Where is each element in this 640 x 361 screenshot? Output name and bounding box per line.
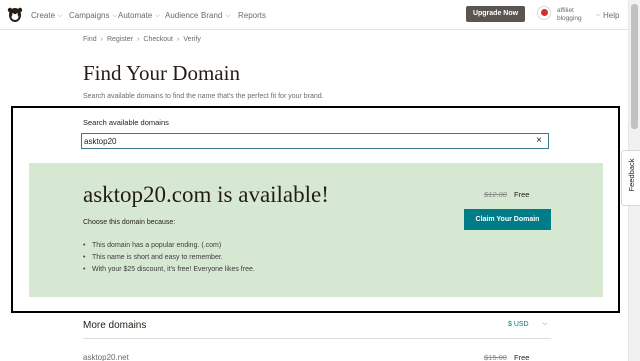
mailchimp-logo-icon[interactable] bbox=[7, 6, 23, 24]
domain-search-input[interactable] bbox=[84, 135, 524, 147]
divider bbox=[83, 338, 551, 339]
discounted-price: Free bbox=[514, 190, 530, 199]
chevron-right-icon: › bbox=[100, 36, 103, 43]
chevron-down-icon: ⌵ bbox=[225, 13, 230, 19]
nav-campaigns[interactable]: Campaigns ⌵ bbox=[69, 11, 117, 21]
chevron-down-icon: ⌵ bbox=[596, 12, 601, 18]
chevron-right-icon: › bbox=[137, 36, 140, 43]
availability-heading: asktop20.com is available! bbox=[83, 182, 329, 207]
page-title: Find Your Domain bbox=[83, 61, 240, 85]
currency-select[interactable]: $ USD ⌵ bbox=[508, 321, 547, 329]
chevron-right-icon: › bbox=[176, 36, 180, 43]
scrollbar-thumb[interactable] bbox=[631, 4, 638, 129]
nav-create[interactable]: Create ⌵ bbox=[31, 11, 63, 21]
account-name: affiliet bbox=[557, 7, 574, 14]
account-menu[interactable]: affiliet blogging ⌵ bbox=[534, 4, 601, 28]
chevron-down-icon: ⌵ bbox=[112, 13, 118, 19]
page-subtitle: Search available domains to find the nam… bbox=[83, 93, 324, 100]
feedback-tab[interactable]: Feedback bbox=[621, 150, 640, 206]
list-item: This name is short and easy to remember. bbox=[83, 252, 255, 264]
list-item: This domain has a popular ending. (.com) bbox=[83, 240, 255, 252]
reason-list: This domain has a popular ending. (.com)… bbox=[83, 240, 255, 276]
nav-automate[interactable]: Automate ⌵ bbox=[118, 11, 160, 21]
breadcrumb-find[interactable]: Find bbox=[83, 36, 97, 43]
breadcrumb-register[interactable]: Register bbox=[107, 36, 133, 43]
breadcrumb: Find › Register › Checkout › Verify bbox=[83, 36, 201, 43]
upgrade-now-button[interactable]: Upgrade Now bbox=[466, 6, 525, 22]
original-price: $12.00 bbox=[484, 190, 507, 199]
reason-heading: Choose this domain because: bbox=[83, 219, 176, 226]
claim-domain-button[interactable]: Claim Your Domain bbox=[464, 209, 551, 230]
chevron-down-icon: ⌵ bbox=[58, 13, 63, 19]
help-link[interactable]: Help bbox=[603, 11, 619, 20]
list-item: With your $25 discount, it's free! Every… bbox=[83, 264, 255, 276]
original-price: $15.00 bbox=[484, 353, 507, 361]
nav-brand[interactable]: Brand ⌵ bbox=[201, 11, 230, 21]
breadcrumb-verify[interactable]: Verify bbox=[183, 36, 201, 43]
nav-reports[interactable]: Reports bbox=[238, 11, 266, 20]
top-navigation: Create ⌵ Campaigns ⌵ Automate ⌵ Audience Br… bbox=[0, 0, 628, 30]
search-box: × bbox=[81, 133, 549, 149]
avatar bbox=[537, 6, 551, 20]
list-item[interactable]: asktop20.net bbox=[83, 353, 129, 361]
more-domains-heading: More domains bbox=[83, 320, 147, 331]
feedback-label: Feedback bbox=[627, 158, 636, 192]
account-subtitle: blogging bbox=[557, 15, 582, 22]
chevron-down-icon: ⌵ bbox=[542, 321, 548, 327]
availability-result-panel: asktop20.com is available! Choose this d… bbox=[29, 163, 603, 297]
close-icon[interactable]: × bbox=[534, 136, 544, 146]
breadcrumb-checkout[interactable]: Checkout bbox=[143, 36, 173, 43]
nav-audience[interactable]: Audience bbox=[165, 11, 198, 20]
discounted-price: Free bbox=[514, 353, 530, 361]
chevron-down-icon: ⌵ bbox=[155, 13, 160, 19]
search-label: Search available domains bbox=[83, 118, 169, 127]
